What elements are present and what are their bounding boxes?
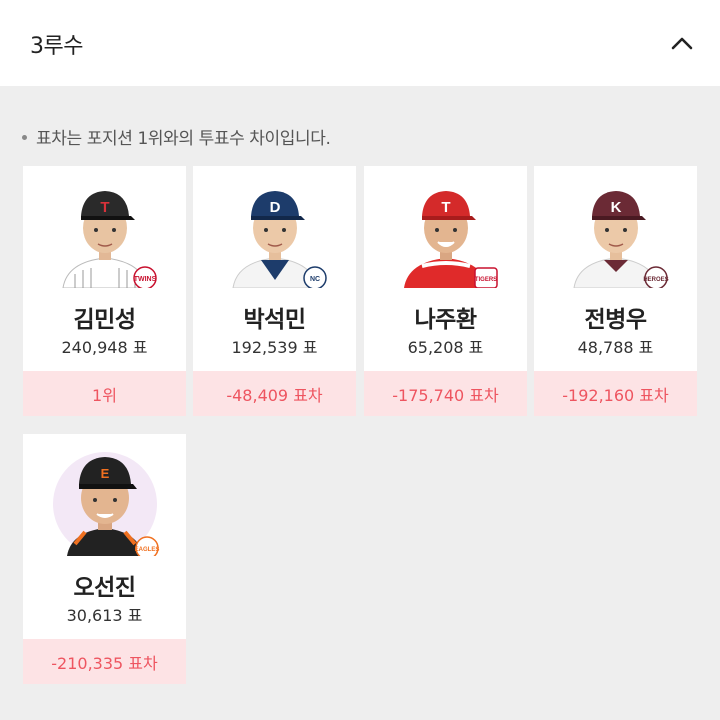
- svg-text:EAGLES: EAGLES: [135, 547, 160, 553]
- player-photo: T TWINS: [62, 191, 157, 288]
- tigers-logo: TIGERS: [474, 267, 498, 288]
- player-votes: 30,613 표: [66, 606, 143, 625]
- player-name: 전병우: [584, 307, 647, 333]
- player-photo: T TIGERS: [404, 191, 498, 288]
- notice-text: 표차는 포지션 1위와의 투표수 차이입니다.: [22, 124, 331, 149]
- player-photo: K HEROES: [573, 191, 669, 288]
- player-name: 김민성: [73, 307, 136, 333]
- player-photo: D NC: [232, 191, 327, 288]
- svg-text:K: K: [611, 199, 622, 216]
- player-votes: 192,539 표: [231, 338, 318, 357]
- player-card[interactable]: T TIGERS 나주환 65,208 표 -175,740 표차: [364, 166, 527, 416]
- svg-text:D: D: [270, 199, 281, 216]
- vote-difference: 1위: [23, 371, 186, 416]
- svg-text:E: E: [101, 466, 110, 481]
- collapse-toggle[interactable]: [664, 28, 700, 58]
- player-name: 오선진: [73, 575, 136, 601]
- svg-text:TIGERS: TIGERS: [475, 277, 497, 283]
- player-name: 박석민: [243, 307, 306, 333]
- player-votes: 240,948 표: [61, 338, 148, 357]
- player-name: 나주환: [414, 307, 477, 333]
- player-votes: 65,208 표: [407, 338, 484, 357]
- dinos-logo: NC: [303, 266, 327, 288]
- svg-text:HEROES: HEROES: [643, 277, 668, 283]
- player-votes: 48,788 표: [577, 338, 654, 357]
- player-card[interactable]: T TWINS 김민성 240,948 표 1위: [23, 166, 186, 416]
- svg-text:T: T: [100, 199, 109, 216]
- player-card[interactable]: E EAGLES 오선진 30,613 표 -210,335 표차: [23, 434, 186, 684]
- player-photo: E EAGLES: [53, 452, 160, 556]
- vote-difference: -192,160 표차: [534, 371, 697, 416]
- player-card[interactable]: K HEROES 전병우 48,788 표 -192,160 표차: [534, 166, 697, 416]
- bullet-icon: [22, 135, 27, 140]
- svg-text:TWINS: TWINS: [134, 276, 157, 283]
- chevron-up-icon: [671, 37, 693, 50]
- vote-difference: -210,335 표차: [23, 639, 186, 684]
- section-header: 3루수: [0, 0, 720, 86]
- svg-text:T: T: [441, 199, 450, 216]
- twins-logo: TWINS: [133, 266, 157, 288]
- vote-difference: -175,740 표차: [364, 371, 527, 416]
- section-title: 3루수: [30, 34, 83, 59]
- svg-text:NC: NC: [310, 276, 320, 283]
- notice-label: 표차는 포지션 1위와의 투표수 차이입니다.: [36, 129, 331, 149]
- player-card[interactable]: D NC 박석민 192,539 표 -48,409 표차: [193, 166, 356, 416]
- vote-difference: -48,409 표차: [193, 371, 356, 416]
